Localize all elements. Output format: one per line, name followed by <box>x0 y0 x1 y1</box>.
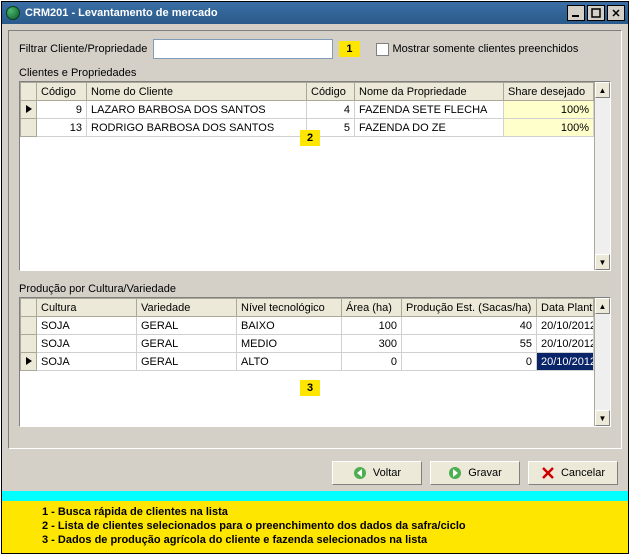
cancel-button[interactable]: Cancelar <box>528 461 618 485</box>
cell-nivel[interactable]: MEDIO <box>237 335 342 353</box>
cell-share[interactable]: 100% <box>504 119 594 137</box>
legend-line-3: 3 - Dados de produção agrícola do client… <box>42 533 588 547</box>
close-button[interactable] <box>607 5 625 21</box>
callout-2: 2 <box>300 130 320 146</box>
callout-1: 1 <box>339 41 359 57</box>
col-area[interactable]: Área (ha) <box>342 299 402 317</box>
arrow-right-icon <box>448 466 462 480</box>
cell-prod[interactable]: 55 <box>402 335 537 353</box>
cell-data-plantio[interactable]: 20/10/2012 <box>537 335 594 353</box>
col-codigo2[interactable]: Código <box>307 83 355 101</box>
col-nome-prop[interactable]: Nome da Propriedade <box>355 83 504 101</box>
production-section-label: Produção por Cultura/Variedade <box>19 283 611 295</box>
cell-nivel[interactable]: ALTO <box>237 353 342 371</box>
x-icon <box>541 466 555 480</box>
scroll-up-icon[interactable]: ▲ <box>595 82 610 98</box>
row-header-corner <box>21 299 37 317</box>
back-button-label: Voltar <box>373 467 401 479</box>
maximize-button[interactable] <box>587 5 605 21</box>
cell-variedade[interactable]: GERAL <box>137 353 237 371</box>
table-row[interactable]: 9LAZARO BARBOSA DOS SANTOS4FAZENDA SETE … <box>21 101 594 119</box>
cell-cultura[interactable]: SOJA <box>37 353 137 371</box>
col-prod[interactable]: Produção Est. (Sacas/ha) <box>402 299 537 317</box>
cell-data-plantio[interactable]: 20/10/2012 <box>537 317 594 335</box>
col-nome-cliente[interactable]: Nome do Cliente <box>87 83 307 101</box>
button-row: Voltar Gravar Cancelar <box>2 455 628 491</box>
footer-bar <box>2 491 628 501</box>
col-cultura[interactable]: Cultura <box>37 299 137 317</box>
arrow-left-icon <box>353 466 367 480</box>
row-indicator <box>21 101 37 119</box>
row-indicator <box>21 335 37 353</box>
scroll-down-icon[interactable]: ▼ <box>595 410 610 426</box>
clients-grid-scrollbar[interactable]: ▲ ▼ <box>594 82 610 270</box>
cell-nome-prop[interactable]: FAZENDA DO ZE <box>355 119 504 137</box>
cell-nivel[interactable]: BAIXO <box>237 317 342 335</box>
cell-codigo2[interactable]: 4 <box>307 101 355 119</box>
legend-line-2: 2 - Lista de clientes selecionados para … <box>42 519 588 533</box>
cell-area[interactable]: 0 <box>342 353 402 371</box>
row-indicator <box>21 353 37 371</box>
cell-prod[interactable]: 40 <box>402 317 537 335</box>
row-header-corner <box>21 83 37 101</box>
cell-cultura[interactable]: SOJA <box>37 335 137 353</box>
col-data[interactable]: Data Plantio <box>537 299 594 317</box>
save-button[interactable]: Gravar <box>430 461 520 485</box>
table-row[interactable]: SOJAGERALMEDIO3005520/10/2012 <box>21 335 594 353</box>
save-button-label: Gravar <box>468 467 502 479</box>
show-only-filled-label: Mostrar somente clientes preenchidos <box>393 43 579 55</box>
scroll-down-icon[interactable]: ▼ <box>595 254 610 270</box>
cell-codigo[interactable]: 13 <box>37 119 87 137</box>
filter-label: Filtrar Cliente/Propriedade <box>19 43 147 55</box>
minimize-button[interactable] <box>567 5 585 21</box>
cancel-button-label: Cancelar <box>561 467 605 479</box>
legend-line-1: 1 - Busca rápida de clientes na lista <box>42 505 588 519</box>
clients-grid[interactable]: Código Nome do Cliente Código Nome da Pr… <box>19 81 611 271</box>
col-share[interactable]: Share desejado <box>504 83 594 101</box>
cell-nome-cliente[interactable]: RODRIGO BARBOSA DOS SANTOS <box>87 119 307 137</box>
cell-nome-cliente[interactable]: LAZARO BARBOSA DOS SANTOS <box>87 101 307 119</box>
cell-codigo[interactable]: 9 <box>37 101 87 119</box>
cell-area[interactable]: 100 <box>342 317 402 335</box>
cell-cultura[interactable]: SOJA <box>37 317 137 335</box>
main-panel: Filtrar Cliente/Propriedade 1 Mostrar so… <box>8 30 622 449</box>
table-row[interactable]: SOJAGERALALTO0020/10/2012 <box>21 353 594 371</box>
window-title: CRM201 - Levantamento de mercado <box>25 7 218 19</box>
cell-nome-prop[interactable]: FAZENDA SETE FLECHA <box>355 101 504 119</box>
col-variedade[interactable]: Variedade <box>137 299 237 317</box>
show-only-filled-checkbox[interactable] <box>376 43 389 56</box>
titlebar: CRM201 - Levantamento de mercado <box>2 2 628 24</box>
callout-3: 3 <box>300 380 320 396</box>
col-nivel[interactable]: Nível tecnológico <box>237 299 342 317</box>
row-indicator <box>21 317 37 335</box>
legend: 1 - Busca rápida de clientes na lista 2 … <box>2 501 628 553</box>
production-grid[interactable]: Cultura Variedade Nível tecnológico Área… <box>19 297 611 427</box>
row-indicator <box>21 119 37 137</box>
cell-data-plantio[interactable]: 20/10/2012 <box>537 353 594 371</box>
table-row[interactable]: SOJAGERALBAIXO1004020/10/2012 <box>21 317 594 335</box>
filter-input[interactable] <box>153 39 333 59</box>
cell-prod[interactable]: 0 <box>402 353 537 371</box>
production-grid-scrollbar[interactable]: ▲ ▼ <box>594 298 610 426</box>
cell-variedade[interactable]: GERAL <box>137 335 237 353</box>
scroll-up-icon[interactable]: ▲ <box>595 298 610 314</box>
clients-section-label: Clientes e Propriedades <box>19 67 611 79</box>
app-icon <box>6 6 20 20</box>
cell-variedade[interactable]: GERAL <box>137 317 237 335</box>
cell-share[interactable]: 100% <box>504 101 594 119</box>
back-button[interactable]: Voltar <box>332 461 422 485</box>
cell-area[interactable]: 300 <box>342 335 402 353</box>
col-codigo[interactable]: Código <box>37 83 87 101</box>
